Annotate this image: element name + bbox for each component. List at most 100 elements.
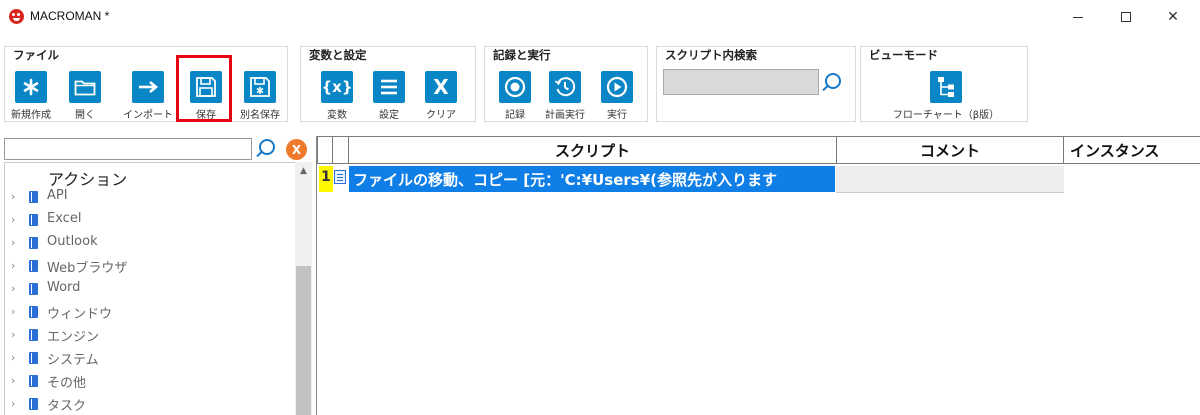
comment-cell[interactable] [836,166,1064,193]
variables-group: 変数と設定 {x} 変数 設定 X クリア [300,46,476,122]
script-grid: スクリプト コメント インスタンス 1 ファイルの移動、コピー [元：'C:¥U… [316,136,1200,415]
flowchart-button[interactable]: フローチャート（β版） [891,71,1001,121]
new-button[interactable]: 新規作成 [5,71,57,121]
chevron-right-icon[interactable]: › [11,213,15,226]
tree-item-label: その他 [47,376,87,391]
action-search-icon[interactable] [259,139,275,155]
close-button[interactable]: ✕ [1150,0,1196,34]
scroll-up-arrow-icon[interactable]: ▲ [295,162,312,179]
tree-item-label: システム [47,353,99,368]
tree-item-task[interactable]: › タスク [5,393,295,415]
script-search-input[interactable] [663,69,819,95]
record-group-title: 記録と実行 [493,48,551,62]
action-tree: アクション › API › Excel › Outlook › Webブラウザ … [4,162,312,415]
column-header-comment[interactable]: コメント [836,136,1064,164]
run-button-label: 実行 [607,110,627,121]
tree-item-window[interactable]: › ウィンドウ [5,301,295,323]
book-icon [29,329,38,341]
run-button[interactable]: 実行 [597,71,637,121]
play-icon [601,71,633,103]
book-icon [29,237,38,249]
action-search-input[interactable] [4,138,252,160]
chevron-right-icon[interactable]: › [11,190,15,203]
flowchart-button-label: フローチャート（β版） [892,110,1000,121]
record-button[interactable]: 記録 [495,71,535,121]
close-icon: ✕ [1167,9,1179,25]
chevron-right-icon[interactable]: › [11,282,15,295]
view-mode-title: ビューモード [869,48,938,62]
script-search-title: スクリプト内検索 [665,48,757,62]
save-highlight-frame [176,55,232,122]
view-mode-group: ビューモード フローチャート（β版） [860,46,1028,122]
import-button-label: インポート [123,110,173,121]
open-button[interactable]: 開く [63,71,107,121]
clock-icon [549,71,581,103]
search-icon[interactable] [825,73,841,89]
column-header-script[interactable]: スクリプト [348,136,837,164]
grid-corner-header [317,136,333,164]
book-icon [29,214,38,226]
tree-item-label: タスク [47,399,87,414]
new-icon [15,71,47,103]
tree-item-label: ウィンドウ [47,307,113,322]
chevron-right-icon[interactable]: › [11,374,15,387]
import-button[interactable]: インポート [117,71,179,121]
tree-item-label: Excel [47,211,82,226]
column-header-instance[interactable]: インスタンス [1063,136,1200,164]
settings-button[interactable]: 設定 [367,71,411,121]
clear-button[interactable]: X クリア [419,71,463,121]
row-number[interactable]: 1 [319,166,333,192]
tree-item-api[interactable]: › API [5,186,295,208]
script-search-group: スクリプト内検索 [656,46,856,122]
tree-item-label: エンジン [47,330,100,345]
save-as-icon [244,71,276,103]
record-group: 記録と実行 記録 計画実行 実行 [484,46,648,122]
maximize-button[interactable] [1103,0,1149,34]
minimize-button[interactable] [1055,0,1101,34]
clear-button-label: クリア [426,110,456,121]
tree-item-excel[interactable]: › Excel [5,209,295,231]
save-as-button[interactable]: 別名保存 [233,71,287,121]
variables-button-label: 変数 [327,110,347,121]
maximize-icon [1121,12,1131,22]
tree-item-word[interactable]: › Word [5,278,295,300]
variable-icon: {x} [321,71,353,103]
book-icon [29,191,38,203]
arrow-right-icon [132,71,164,103]
clear-search-button[interactable]: X [286,139,307,160]
record-icon [499,71,531,103]
tree-item-label: Word [47,280,81,295]
chevron-right-icon[interactable]: › [11,328,15,341]
window-title: MACROMAN * [30,9,110,23]
tree-item-outlook[interactable]: › Outlook [5,232,295,254]
schedule-run-button-label: 計画実行 [545,110,585,121]
chevron-right-icon[interactable]: › [11,397,15,410]
book-icon [29,260,38,272]
new-button-label: 新規作成 [11,110,51,121]
tree-item-label: Outlook [47,234,98,249]
book-icon [29,283,38,295]
book-icon [29,306,38,318]
open-button-label: 開く [75,110,95,121]
book-icon [29,352,38,364]
chevron-right-icon[interactable]: › [11,351,15,364]
tree-item-system[interactable]: › システム [5,347,295,369]
script-cell[interactable]: ファイルの移動、コピー [元：'C:¥Users¥(参照先が入ります [349,166,835,192]
chevron-right-icon[interactable]: › [11,305,15,318]
tree-item-web-browser[interactable]: › Webブラウザ [5,255,295,277]
chevron-right-icon[interactable]: › [11,236,15,249]
tree-item-label: Webブラウザ [47,261,128,276]
variables-group-title: 変数と設定 [309,48,367,62]
schedule-run-button[interactable]: 計画実行 [539,71,591,121]
tree-scrollbar[interactable]: ▲ [295,162,312,415]
scrollbar-thumb[interactable] [296,266,311,415]
settings-button-label: 設定 [379,110,399,121]
folder-icon [69,71,101,103]
variables-button[interactable]: {x} 変数 [315,71,359,121]
flowchart-icon [930,71,962,103]
file-group: ファイル 新規作成 開く インポート 保存 別名保存 [4,46,288,122]
tree-item-other[interactable]: › その他 [5,370,295,392]
chevron-right-icon[interactable]: › [11,259,15,272]
tree-item-engine[interactable]: › エンジン [5,324,295,346]
save-as-button-label: 別名保存 [240,110,280,121]
